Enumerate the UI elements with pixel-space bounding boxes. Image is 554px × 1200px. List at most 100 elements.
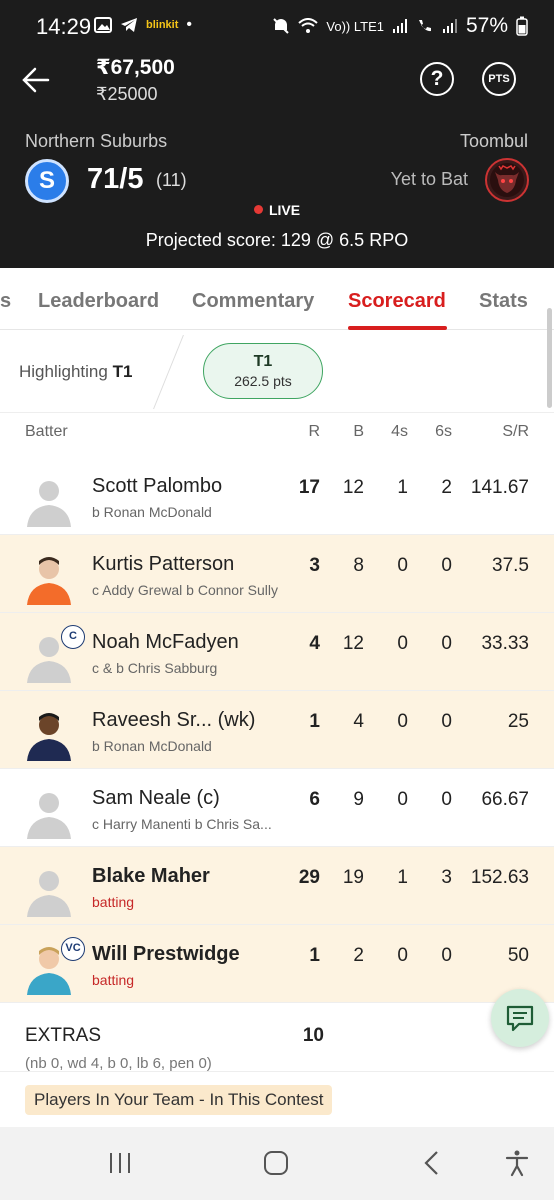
highlight-label: Highlighting T1 bbox=[19, 362, 132, 382]
player-sixes: 0 bbox=[441, 711, 452, 732]
player-name: Kurtis Patterson bbox=[92, 553, 235, 575]
bull-logo-icon bbox=[490, 163, 524, 197]
gallery-icon bbox=[94, 17, 112, 33]
players-in-team-button[interactable]: Players In Your Team - In This Contest bbox=[25, 1085, 333, 1115]
table-row[interactable]: Kurtis Patterson c Addy Grewal b Connor … bbox=[0, 535, 554, 613]
help-button[interactable]: ? bbox=[420, 62, 454, 96]
player-balls: 19 bbox=[342, 867, 364, 888]
player-status-batting: batting bbox=[92, 894, 135, 910]
telegram-icon bbox=[121, 18, 137, 32]
vice-captain-badge: VC bbox=[61, 937, 85, 961]
player-photo-icon bbox=[27, 713, 71, 761]
tab-partial[interactable]: s bbox=[0, 290, 11, 313]
player-dismissal: b Ronan McDonald bbox=[92, 738, 212, 754]
entry-fee: ₹25000 bbox=[96, 84, 158, 104]
extras-row: EXTRAS 10 (nb 0, wd 4, b 0, lb 6, pen 0) bbox=[0, 1005, 554, 1073]
extras-detail: (nb 0, wd 4, b 0, lb 6, pen 0) bbox=[25, 1055, 212, 1072]
tab-stats[interactable]: Stats bbox=[479, 290, 528, 313]
blinkit-label: blinkit bbox=[146, 19, 179, 31]
player-runs: 1 bbox=[309, 945, 320, 966]
avatar-photo bbox=[25, 703, 73, 761]
player-runs: 3 bbox=[309, 555, 320, 576]
recent-apps-button[interactable] bbox=[106, 1149, 134, 1182]
system-nav-bar bbox=[0, 1127, 554, 1200]
player-name: Will Prestwidge bbox=[92, 943, 240, 965]
player-runs: 29 bbox=[298, 867, 320, 888]
player-strike-rate: 141.67 bbox=[470, 477, 529, 498]
highlight-team: T1 bbox=[112, 362, 133, 381]
live-dot-icon bbox=[253, 205, 263, 214]
player-strike-rate: 33.33 bbox=[481, 633, 529, 654]
player-name: Noah McFadyen bbox=[92, 631, 239, 653]
lte-label: Vo)) LTE1 bbox=[326, 18, 384, 34]
team-chip-name: T1 bbox=[253, 353, 273, 370]
table-row[interactable]: Blake Maher batting 29 19 1 3 152.63 bbox=[0, 847, 554, 925]
highlight-prefix: Highlighting bbox=[19, 362, 108, 381]
tab-leaderboard[interactable]: Leaderboard bbox=[38, 290, 159, 313]
header-fours: 4s bbox=[391, 423, 408, 440]
table-row[interactable]: Scott Palombo b Ronan McDonald 17 12 1 2… bbox=[0, 457, 554, 535]
call-icon bbox=[418, 20, 431, 32]
battery-percent: 57% bbox=[465, 14, 508, 37]
mute-icon bbox=[273, 18, 290, 34]
team1-overs: (11) bbox=[156, 170, 187, 190]
team2-logo bbox=[485, 158, 529, 202]
accessibility-button[interactable] bbox=[503, 1149, 531, 1182]
status-right-icons: Vo)) LTE1 57% bbox=[272, 14, 528, 38]
player-balls: 12 bbox=[342, 633, 364, 654]
team-chip-t1[interactable]: T1 262.5 pts bbox=[203, 343, 323, 399]
player-name: Raveesh Sr... (wk) bbox=[92, 709, 256, 731]
highlight-divider bbox=[153, 335, 184, 409]
highlight-row: Highlighting T1 T1 262.5 pts bbox=[0, 331, 554, 413]
player-fours: 0 bbox=[397, 633, 408, 654]
player-fours: 0 bbox=[397, 789, 408, 810]
scorecard-header: Batter R B 4s 6s S/R bbox=[0, 413, 554, 457]
chat-button[interactable] bbox=[491, 989, 549, 1047]
tab-scorecard[interactable]: Scorecard bbox=[348, 290, 446, 313]
team-chip-points: 262.5 pts bbox=[234, 373, 292, 389]
table-row[interactable]: C Noah McFadyen c & b Chris Sabburg 4 12… bbox=[0, 613, 554, 691]
player-sixes: 2 bbox=[441, 477, 452, 498]
player-sixes: 0 bbox=[441, 555, 452, 576]
player-balls: 9 bbox=[353, 789, 364, 810]
chevron-left-icon bbox=[424, 1151, 438, 1175]
table-row[interactable]: Sam Neale (c) c Harry Manenti b Chris Sa… bbox=[0, 769, 554, 847]
arrow-left-icon bbox=[22, 67, 50, 93]
battery-icon bbox=[516, 16, 528, 36]
batting-rows: Scott Palombo b Ronan McDonald 17 12 1 2… bbox=[0, 457, 554, 1003]
live-label: LIVE bbox=[268, 202, 301, 218]
home-button[interactable] bbox=[262, 1149, 290, 1182]
player-runs: 6 bbox=[309, 789, 320, 810]
person-silhouette-icon bbox=[27, 481, 71, 527]
scrollbar[interactable] bbox=[547, 308, 552, 408]
player-name: Sam Neale (c) bbox=[92, 787, 220, 809]
team2-status: Yet to Bat bbox=[390, 169, 468, 189]
player-strike-rate: 50 bbox=[507, 945, 529, 966]
player-dismissal: c Addy Grewal b Connor Sully bbox=[92, 582, 278, 598]
header-balls: B bbox=[353, 423, 364, 440]
accessibility-icon bbox=[505, 1150, 529, 1177]
table-row[interactable]: Raveesh Sr... (wk) b Ronan McDonald 1 4 … bbox=[0, 691, 554, 769]
prize-amount: ₹67,500 bbox=[96, 56, 175, 79]
player-dismissal: b Ronan McDonald bbox=[92, 504, 212, 520]
points-system-button[interactable]: PTS bbox=[482, 62, 516, 96]
back-nav-button[interactable] bbox=[418, 1149, 446, 1182]
wifi-icon bbox=[298, 18, 319, 33]
player-name: Blake Maher bbox=[92, 865, 210, 887]
chat-icon bbox=[506, 1005, 534, 1032]
player-fours: 1 bbox=[397, 477, 408, 498]
header-sixes: 6s bbox=[435, 423, 452, 440]
player-runs: 17 bbox=[298, 477, 320, 498]
tab-commentary[interactable]: Commentary bbox=[192, 290, 314, 313]
avatar-placeholder bbox=[25, 469, 73, 527]
player-sixes: 0 bbox=[441, 789, 452, 810]
notification-dot-icon: • bbox=[186, 16, 192, 33]
avatar-photo bbox=[25, 547, 73, 605]
back-button[interactable] bbox=[20, 64, 52, 96]
table-row[interactable]: VC Will Prestwidge batting 1 2 0 0 50 bbox=[0, 925, 554, 1003]
signal-icon bbox=[392, 19, 407, 33]
team1-score: 71/5 bbox=[87, 163, 144, 195]
team1-logo: S bbox=[25, 159, 69, 203]
recent-apps-icon bbox=[110, 1153, 130, 1173]
player-balls: 12 bbox=[342, 477, 364, 498]
